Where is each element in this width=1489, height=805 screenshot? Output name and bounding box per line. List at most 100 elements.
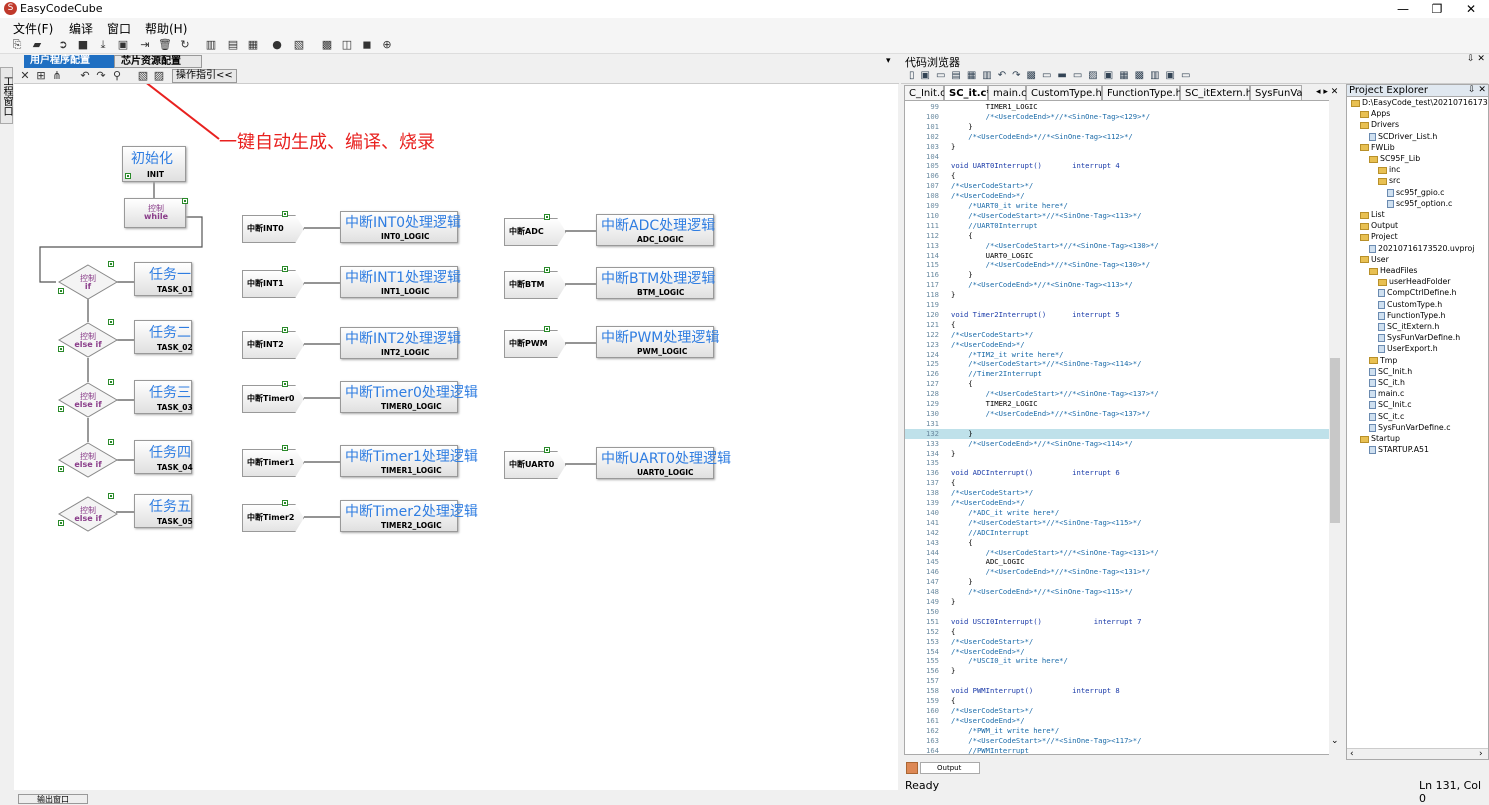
code-line[interactable]: 132 } <box>905 428 1330 439</box>
init-node[interactable]: 初始化 INIT <box>122 146 186 182</box>
tree-item[interactable]: SysFunVarDefine.c <box>1369 423 1451 433</box>
interrupt-logic-node[interactable]: 中断INT0处理逻辑 INT0_LOGIC <box>340 211 461 243</box>
code-line[interactable]: 152 { <box>905 627 1330 637</box>
code-line[interactable]: 108 /*<UserCodeEnd>*/ <box>905 191 1330 201</box>
stop-icon[interactable]: ■ <box>76 38 90 52</box>
code-line[interactable]: 117 /*<UserCodeEnd>*//*<SinOne-Tag><113>… <box>905 280 1330 290</box>
tree-item[interactable]: Output <box>1360 221 1398 231</box>
pin-icon[interactable]: ⇩ ✕ <box>1468 85 1486 95</box>
interrupt-logic-node[interactable]: 中断INT1处理逻辑 INT1_LOGIC <box>340 266 461 298</box>
doc-icon[interactable]: ▧ <box>292 38 306 52</box>
pin-icon[interactable]: ⇩ ✕ <box>1467 54 1485 64</box>
code-line[interactable]: 156} <box>905 666 1330 676</box>
export-icon[interactable]: ⇥ <box>138 38 152 52</box>
tab-chip-resource-config[interactable]: 芯片资源配置 <box>114 55 202 68</box>
code-line[interactable]: 101 } <box>905 122 1330 132</box>
code-line[interactable]: 157 <box>905 676 1330 686</box>
interrupt-source[interactable]: 中断BTM <box>504 271 566 299</box>
code-line[interactable]: 127 { <box>905 379 1330 389</box>
code-line[interactable]: 103} <box>905 142 1330 152</box>
tree-item[interactable]: SC_Init.c <box>1369 400 1412 410</box>
code-line[interactable]: 163 /*<UserCodeStart>*//*<SinOne-Tag><11… <box>905 736 1330 746</box>
tree-item[interactable]: HeadFiles <box>1369 266 1418 276</box>
code-line[interactable]: 124 /*TIM2_it write here*/ <box>905 350 1330 360</box>
restore-button[interactable]: ❐ <box>1420 0 1454 18</box>
control-diamond[interactable]: 控制 if <box>58 264 118 300</box>
editor-scrollbar[interactable]: ⌄ <box>1329 100 1341 755</box>
code-line[interactable]: 158 void PWMInterrupt() interrupt 8 <box>905 686 1330 696</box>
code-line[interactable]: 147 } <box>905 577 1330 587</box>
screen-icon[interactable]: ▦ <box>246 38 260 52</box>
code-line[interactable]: 140 /*ADC_it write here*/ <box>905 508 1330 518</box>
globe-icon[interactable]: ⊕ <box>380 38 394 52</box>
grid-icon[interactable]: ▩ <box>320 38 334 52</box>
interrupt-source[interactable]: 中断UART0 <box>504 451 566 479</box>
build-icon[interactable]: ▣ <box>116 38 130 52</box>
horizontal-scrollbar[interactable]: ‹ › <box>1347 748 1488 759</box>
chat-icon[interactable]: ◼ <box>360 38 374 52</box>
undo-icon[interactable]: ↶ <box>78 69 92 83</box>
delete-icon[interactable]: 🗑 <box>158 38 172 52</box>
code-line[interactable]: 136 void ADCInterrupt() interrupt 6 <box>905 468 1330 478</box>
file-tab[interactable]: SC_itExtern.h <box>1180 85 1252 100</box>
interrupt-source[interactable]: 中断INT2 <box>242 331 304 359</box>
code-line[interactable]: 162 /*PWM_it write here*/ <box>905 726 1330 736</box>
output-window-tab[interactable]: 输出窗口 <box>18 794 88 804</box>
interrupt-source[interactable]: 中断Timer1 <box>242 449 304 477</box>
tree-item[interactable]: STARTUP.A51 <box>1369 445 1429 455</box>
tree-item[interactable]: SysFunVarDefine.h <box>1378 333 1460 343</box>
tree-item[interactable]: Apps <box>1360 109 1390 119</box>
code-line[interactable]: 137 { <box>905 478 1330 488</box>
interrupt-source[interactable]: 中断INT0 <box>242 215 304 243</box>
task-node[interactable]: 任务一 TASK_01 <box>134 262 193 296</box>
code-line[interactable]: 125 /*<UserCodeStart>*//*<SinOne-Tag><11… <box>905 359 1330 369</box>
tree-item[interactable]: 20210716173520.uvproj <box>1369 244 1474 254</box>
tree-item[interactable]: SCDriver_List.h <box>1369 132 1437 142</box>
tree-item[interactable]: UserExport.h <box>1378 344 1438 354</box>
code-line[interactable]: 139 /*<UserCodeEnd>*/ <box>905 498 1330 508</box>
tab-nav-icon[interactable]: ◂ ▸ ✕ <box>1316 87 1338 97</box>
file-tab[interactable]: CustomType.h <box>1026 85 1102 100</box>
refresh-icon[interactable]: ↻ <box>178 38 192 52</box>
close-icon[interactable]: ✕ <box>18 69 32 83</box>
tree-item[interactable]: inc <box>1378 165 1400 175</box>
tree-item[interactable]: User <box>1360 255 1389 265</box>
tab-user-program-config[interactable]: 用户程序配置 <box>24 55 116 68</box>
copy-icon[interactable]: ▨ <box>152 69 166 83</box>
code-line[interactable]: 112 { <box>905 231 1330 241</box>
code-line[interactable]: 102 /*<UserCodeEnd>*//*<SinOne-Tag><112>… <box>905 132 1330 142</box>
code-line[interactable]: 118} <box>905 290 1330 300</box>
tree-item[interactable]: FunctionType.h <box>1378 311 1446 321</box>
code-line[interactable]: 121 { <box>905 320 1330 330</box>
tree-item[interactable]: Drivers <box>1360 120 1399 130</box>
scroll-thumb[interactable] <box>1330 358 1340 523</box>
dot-icon[interactable]: ● <box>270 38 284 52</box>
code-line[interactable]: 144 /*<UserCodeStart>*//*<SinOne-Tag><13… <box>905 548 1330 558</box>
tree-item[interactable]: SC_itExtern.h <box>1378 322 1439 332</box>
code-line[interactable]: 151 void USCI0Interrupt() interrupt 7 <box>905 617 1330 627</box>
code-line[interactable]: 100 /*<UserCodeEnd>*//*<SinOne-Tag><129>… <box>905 112 1330 122</box>
code-line[interactable]: 126 //Timer2Interrupt <box>905 369 1330 379</box>
menu-compile[interactable]: 编译 <box>69 20 93 37</box>
while-node[interactable]: 控制 while <box>124 198 186 228</box>
code-line[interactable]: 109 /*UART0_it write here*/ <box>905 201 1330 211</box>
code-line[interactable]: 105 void UART0Interrupt() interrupt 4 <box>905 161 1330 171</box>
interrupt-source[interactable]: 中断PWM <box>504 330 566 358</box>
code-line[interactable]: 145 ADC_LOGIC <box>905 557 1330 567</box>
menu-window[interactable]: 窗口 <box>107 20 131 37</box>
code-line[interactable]: 134} <box>905 449 1330 459</box>
window-icon[interactable]: ◫ <box>340 38 354 52</box>
interrupt-logic-node[interactable]: 中断Timer2处理逻辑 TIMER2_LOGIC <box>340 500 478 532</box>
tree-item[interactable]: userHeadFolder <box>1378 277 1451 287</box>
interrupt-logic-node[interactable]: 中断INT2处理逻辑 INT2_LOGIC <box>340 327 461 359</box>
map-icon[interactable]: ▥ <box>204 38 218 52</box>
code-line[interactable]: 123 /*<UserCodeEnd>*/ <box>905 340 1330 350</box>
code-line[interactable]: 110 /*<UserCodeStart>*//*<SinOne-Tag><11… <box>905 211 1330 221</box>
open-icon[interactable]: ▰ <box>30 38 44 52</box>
file-tab[interactable]: SysFunVa <box>1250 85 1303 100</box>
code-line[interactable]: 129 TIMER2_LOGIC <box>905 399 1330 409</box>
tree-item[interactable]: sc95f_gpio.c <box>1387 188 1444 198</box>
code-line[interactable]: 141 /*<UserCodeStart>*//*<SinOne-Tag><11… <box>905 518 1330 528</box>
code-line[interactable]: 99 TIMER1_LOGIC <box>905 102 1330 112</box>
tree-item[interactable]: CustomType.h <box>1378 300 1442 310</box>
